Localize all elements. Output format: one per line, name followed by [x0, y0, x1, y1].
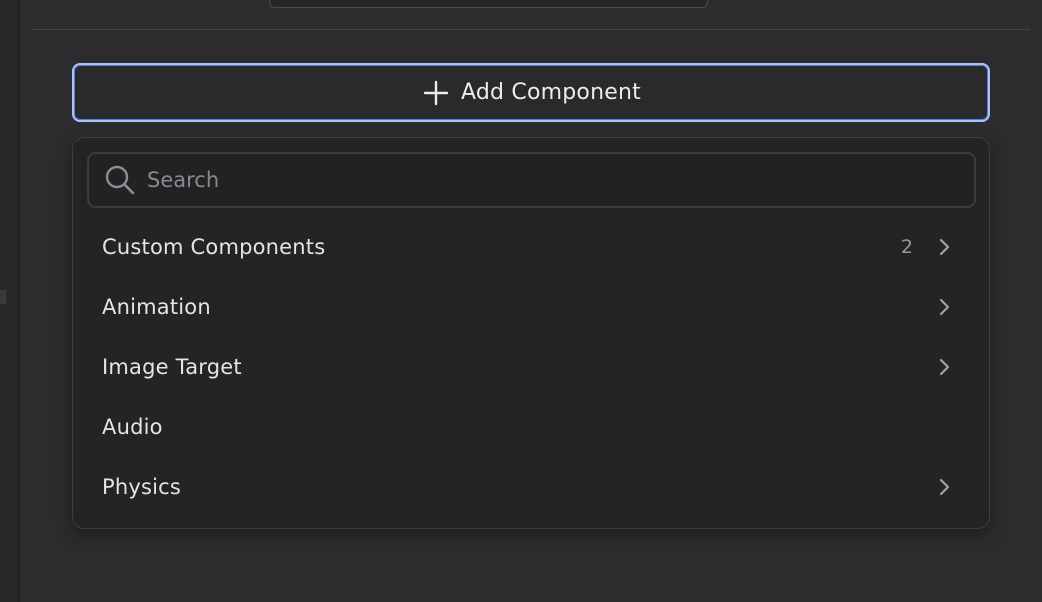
component-dropdown: Custom Components 2 Animation Image Targ… — [72, 137, 990, 529]
resize-handle[interactable] — [0, 290, 6, 304]
menu-item-label: Custom Components — [102, 235, 326, 259]
left-panel-edge — [0, 0, 20, 602]
menu-item-label: Image Target — [102, 355, 242, 379]
chevron-right-icon — [933, 236, 955, 258]
chevron-right-icon — [933, 296, 955, 318]
menu-item-custom-components[interactable]: Custom Components 2 — [73, 217, 989, 277]
menu-item-label: Physics — [102, 475, 182, 499]
chevron-right-icon — [933, 476, 955, 498]
search-input[interactable] — [147, 160, 947, 200]
menu-item-image-target[interactable]: Image Target — [73, 337, 989, 397]
add-component-button[interactable]: Add Component — [72, 63, 990, 122]
menu-item-label: Animation — [102, 295, 211, 319]
menu-item-audio[interactable]: Audio — [73, 397, 989, 457]
search-box[interactable] — [87, 152, 976, 208]
chevron-right-icon — [933, 356, 955, 378]
inspector-window: Add Component Custom Components 2 Animat… — [0, 0, 1042, 602]
menu-item-label: Audio — [102, 415, 163, 439]
property-field[interactable] — [269, 0, 708, 8]
plus-icon — [421, 78, 451, 108]
section-divider — [31, 29, 1030, 30]
search-icon — [103, 163, 137, 197]
component-category-list: Custom Components 2 Animation Image Targ… — [73, 217, 989, 517]
menu-item-animation[interactable]: Animation — [73, 277, 989, 337]
menu-item-physics[interactable]: Physics — [73, 457, 989, 517]
add-component-label: Add Component — [461, 80, 641, 105]
item-count-badge: 2 — [900, 236, 913, 258]
